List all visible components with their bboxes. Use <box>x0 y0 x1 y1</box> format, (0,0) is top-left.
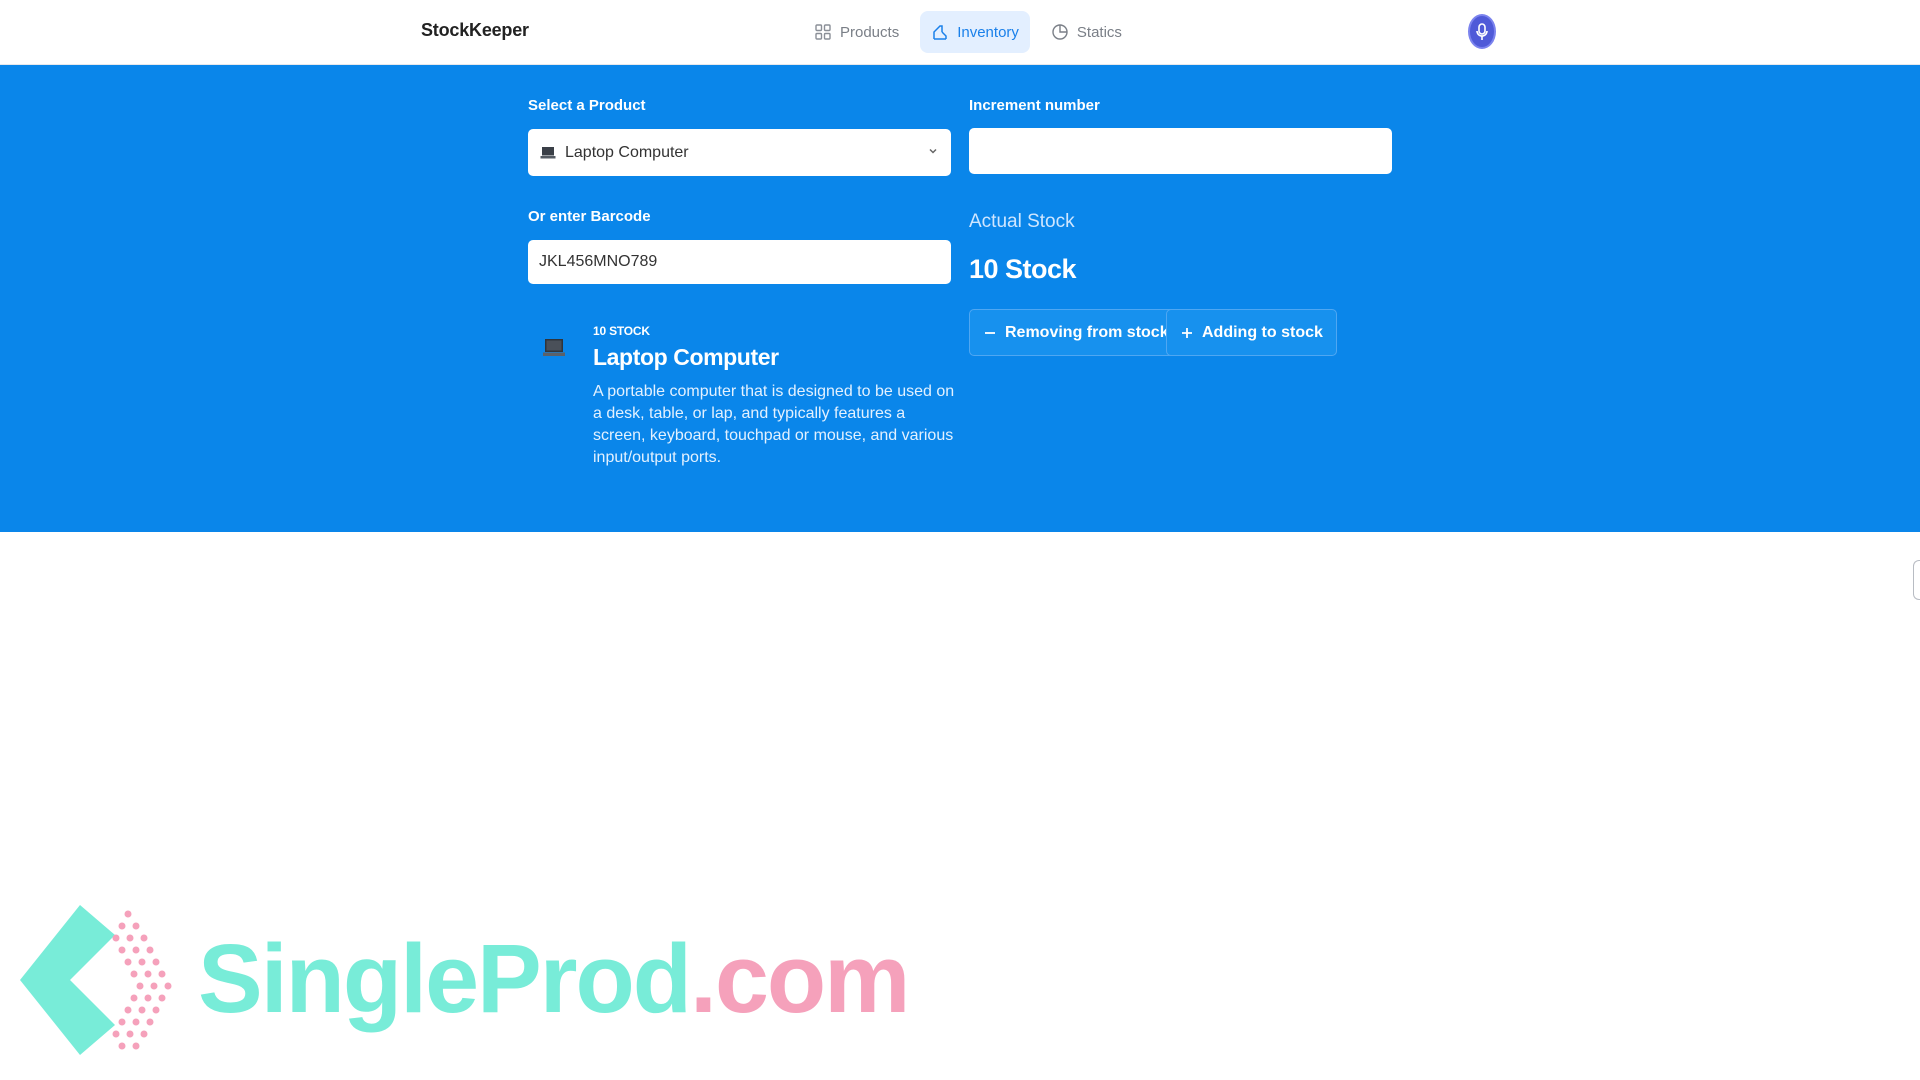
chevron-down-icon <box>929 148 937 154</box>
barcode-input[interactable]: JKL456MNO789 <box>528 240 951 284</box>
add-to-stock-button[interactable]: Adding to stock <box>1166 309 1337 356</box>
laptop-icon <box>543 339 565 356</box>
nav-item-statics[interactable]: Statics <box>1040 11 1133 53</box>
brand-logo[interactable]: StockKeeper <box>421 20 529 41</box>
barcode-label: Or enter Barcode <box>528 208 651 225</box>
dot-pattern-logo-icon <box>112 910 172 1050</box>
laptop-icon <box>540 146 556 158</box>
actual-stock-value: 10 Stock <box>969 254 1077 284</box>
nav-item-label: Inventory <box>957 23 1019 41</box>
pie-chart-icon <box>1052 24 1068 40</box>
remove-from-stock-button[interactable]: Removing from stock <box>969 309 1183 356</box>
increment-number-label: Increment number <box>969 97 1100 114</box>
select-product-label: Select a Product <box>528 97 646 114</box>
main-nav: Products Inventory Statics <box>803 11 1133 53</box>
product-select[interactable]: Laptop Computer <box>528 129 951 176</box>
nav-item-label: Statics <box>1076 23 1122 41</box>
chevron-left-logo-icon <box>20 905 115 1055</box>
nav-item-products[interactable]: Products <box>803 11 910 53</box>
product-select-value: Laptop Computer <box>565 143 689 161</box>
barcode-input-value: JKL456MNO789 <box>539 253 658 270</box>
inventory-panel <box>0 65 1920 532</box>
product-description: A portable computer that is designed to … <box>593 383 955 466</box>
top-navigation-bar: StockKeeper Products Inventory Statics <box>0 0 1920 65</box>
minus-icon <box>985 331 995 334</box>
remove-from-stock-label: Removing from stock <box>1005 323 1169 341</box>
side-scroll-handle[interactable] <box>1913 560 1920 600</box>
watermark-text: SingleProd.com <box>198 923 910 1035</box>
chart-icon <box>933 25 947 40</box>
watermark: SingleProd.com <box>20 905 910 1065</box>
grid-icon <box>815 24 831 40</box>
plus-icon <box>1182 327 1192 338</box>
watermark-text-main: SingleProd <box>198 924 692 1033</box>
user-avatar[interactable] <box>1468 14 1496 49</box>
product-name: Laptop Computer <box>593 344 779 370</box>
nav-item-inventory[interactable]: Inventory <box>920 11 1030 53</box>
microphone-icon <box>1476 22 1488 40</box>
add-to-stock-label: Adding to stock <box>1202 323 1323 341</box>
actual-stock-label: Actual Stock <box>969 211 1075 232</box>
product-stock-tag: 10 STOCK <box>593 324 650 338</box>
nav-item-label: Products <box>840 23 900 41</box>
watermark-text-domain: .com <box>690 924 910 1033</box>
increment-number-input[interactable] <box>969 128 1392 174</box>
